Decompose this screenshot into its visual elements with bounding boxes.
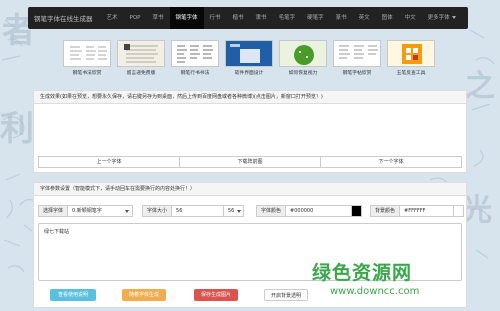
nav-item-caoshu[interactable]: 草书	[146, 7, 169, 29]
font-select[interactable]: 0.新颖钢笔字	[68, 205, 133, 217]
watermark-title: 绿色资源网	[312, 262, 413, 284]
calligraphy-thumbnail-image	[171, 40, 219, 67]
bg-color-label: 背景颜色	[370, 205, 401, 217]
bg-color-swatch[interactable]	[454, 205, 464, 217]
next-font-button[interactable]: 下一个字体	[321, 156, 462, 168]
download-image-button[interactable]: 下载阵前图	[180, 156, 321, 168]
thumbnail-card[interactable]: 软件界面设计	[224, 40, 274, 80]
thumbnail-card[interactable]: 五笔反查工具	[386, 40, 436, 80]
thumbnail-label: 软件界面设计	[234, 71, 264, 76]
cactus-thumbnail-image	[279, 40, 327, 67]
font-select-label: 选择字体	[38, 205, 69, 217]
nav-item-chinese[interactable]: 中文	[399, 7, 422, 29]
thumbnail-label: 钢笔书法欣赏	[72, 71, 102, 76]
thumbnail-label: 钢笔字帖欣赏	[342, 71, 372, 76]
font-color-label: 字体颜色	[256, 205, 287, 217]
font-size-label: 字体大小	[142, 205, 173, 217]
top-navbar: 钢笔字体在线生成器 艺术 POP 草书 钢笔字体 行书 楷书 隶书 毛笔字 硬笔…	[28, 7, 468, 29]
paper-thumbnail-image	[117, 40, 165, 67]
bg-color-input[interactable]: #FFFFFF	[400, 205, 454, 217]
nav-item-lishu[interactable]: 隶书	[250, 7, 273, 29]
settings-panel-heading: 字体参数设置（智能模式下，请手动回车在需要换行的内容处换行！）	[34, 183, 466, 196]
thumbnail-label: 如何恢复视力	[288, 71, 318, 76]
font-size-input[interactable]: 56	[172, 205, 224, 217]
brand-title[interactable]: 钢笔字体在线生成器	[28, 13, 101, 23]
wubi-tool-thumbnail-image	[387, 40, 435, 67]
nav-item-tuti[interactable]: 图体	[376, 7, 399, 29]
thumbnail-strip: 钢笔书法欣赏 留言递免费版 钢笔行书书法 软件界面设计 如何恢复视力 钢笔字帖欣…	[62, 40, 442, 80]
font-color-swatch[interactable]	[352, 205, 362, 217]
svg-text:利: 利	[0, 109, 34, 149]
chevron-down-icon	[451, 16, 456, 19]
font-size-group: 字体大小 56 56	[142, 205, 244, 217]
nav-item-kaishu[interactable]: 楷书	[227, 7, 250, 29]
nav-item-more-fonts[interactable]: 更多字体	[422, 7, 462, 29]
bg-color-group: 背景颜色 #FFFFFF	[370, 205, 464, 217]
preview-panel-heading: 生成效果(如果在预览，想要永久保存，请右键另存为到桌面，然后上传到百度网盘或者各…	[34, 91, 466, 104]
thumbnail-card[interactable]: 钢笔书法欣赏	[62, 40, 112, 80]
prev-font-button[interactable]: 上一个字体	[38, 156, 180, 168]
nav-item-english[interactable]: 英文	[353, 7, 376, 29]
nav-item-art[interactable]: 艺术	[101, 7, 124, 29]
watermark-url: www.downcc.com	[330, 286, 420, 297]
thumbnail-card[interactable]: 钢笔行书书法	[170, 40, 220, 80]
nav-item-zhuanshu[interactable]: 篆书	[330, 7, 353, 29]
random-font-button[interactable]: 随着字体生成	[122, 289, 166, 301]
nav-item-brush[interactable]: 毛笔字	[273, 7, 302, 29]
settings-form-row: 选择字体 0.新颖钢笔字 字体大小 56 56 字体颜色 #000000 背景颜…	[38, 205, 464, 217]
calligraphy-thumbnail-image	[333, 40, 381, 67]
nav-item-pen-font[interactable]: 钢笔字体	[169, 7, 204, 29]
thumbnail-label: 五笔反查工具	[396, 71, 426, 76]
font-size-select[interactable]: 56	[224, 205, 244, 217]
chevron-down-icon	[125, 210, 129, 213]
thumbnail-card[interactable]: 钢笔字帖欣赏	[332, 40, 382, 80]
thumbnail-label: 留言递免费版	[126, 71, 156, 76]
generate-image-button[interactable]: 保存生成图片	[194, 289, 238, 301]
nav-item-hard-pen[interactable]: 硬笔字	[301, 7, 330, 29]
font-navigation-buttons: 上一个字体 下载阵前图 下一个字体	[38, 156, 462, 168]
login-ui-thumbnail-image	[225, 40, 273, 67]
font-select-group: 选择字体 0.新颖钢笔字	[38, 205, 133, 217]
transparent-bg-button[interactable]: 开启背景透明	[264, 289, 308, 301]
help-button[interactable]: 查看使用说明	[50, 289, 96, 301]
preview-panel: 生成效果(如果在预览，想要永久保存，请右键另存为到桌面，然后上传到百度网盘或者各…	[33, 90, 467, 173]
thumbnail-label: 钢笔行书书法	[180, 71, 210, 76]
svg-text:之: 之	[465, 69, 495, 104]
calligraphy-thumbnail-image	[63, 40, 111, 67]
nav-item-pop[interactable]: POP	[124, 7, 147, 29]
thumbnail-card[interactable]: 如何恢复视力	[278, 40, 328, 80]
font-color-input[interactable]: #000000	[286, 205, 352, 217]
font-color-group: 字体颜色 #000000	[256, 205, 362, 217]
chevron-down-icon	[237, 210, 241, 213]
nav-item-xingshu[interactable]: 行书	[204, 7, 227, 29]
thumbnail-card[interactable]: 留言递免费版	[116, 40, 166, 80]
